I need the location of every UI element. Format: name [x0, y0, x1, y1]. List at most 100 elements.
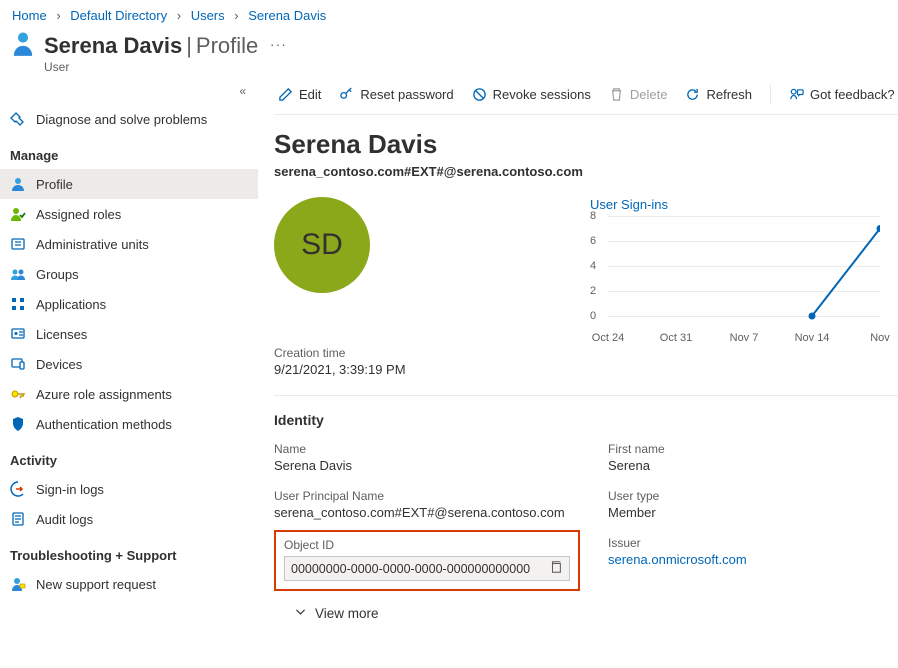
- sidebar-item-profile[interactable]: Profile: [0, 169, 258, 199]
- toolbar-label: Revoke sessions: [493, 87, 591, 102]
- chart-title-link[interactable]: User Sign-ins: [590, 197, 898, 212]
- key-icon: [10, 386, 26, 402]
- first-name-label: First name: [608, 442, 898, 456]
- issuer-label: Issuer: [608, 536, 898, 550]
- person-check-icon: [10, 206, 26, 222]
- sidebar-item-licenses[interactable]: Licenses: [0, 319, 258, 349]
- devices-icon: [10, 356, 26, 372]
- sidebar-item-label: Audit logs: [36, 512, 93, 527]
- sidebar-item-label: Azure role assignments: [36, 387, 172, 402]
- support-icon: [10, 576, 26, 592]
- toolbar-label: Edit: [299, 87, 321, 102]
- chevron-down-icon: [294, 605, 307, 621]
- collapse-sidebar-button[interactable]: «: [0, 80, 258, 104]
- toolbar-separator: [770, 84, 771, 104]
- command-bar: Edit Reset password Revoke sessions Dele…: [274, 74, 898, 115]
- object-id-input[interactable]: [291, 562, 549, 576]
- edit-button[interactable]: Edit: [278, 87, 321, 102]
- toolbar-label: Delete: [630, 87, 668, 102]
- sidebar-item-new-support[interactable]: New support request: [0, 569, 258, 599]
- breadcrumb-home[interactable]: Home: [12, 8, 47, 23]
- sidebar-heading-manage: Manage: [0, 134, 258, 169]
- object-id-highlight: Object ID: [274, 530, 580, 591]
- copy-icon[interactable]: [549, 560, 563, 577]
- apps-icon: [10, 296, 26, 312]
- chevron-right-icon: ›: [234, 8, 238, 23]
- revoke-sessions-button[interactable]: Revoke sessions: [472, 87, 591, 102]
- sidebar-item-auth-methods[interactable]: Authentication methods: [0, 409, 258, 439]
- breadcrumb: Home › Default Directory › Users › Seren…: [0, 0, 898, 27]
- first-name-value: Serena: [608, 458, 898, 473]
- breadcrumb-users[interactable]: Users: [191, 8, 225, 23]
- name-value: Serena Davis: [274, 458, 584, 473]
- sidebar-item-label: Applications: [36, 297, 106, 312]
- sidebar-item-devices[interactable]: Devices: [0, 349, 258, 379]
- upn-label: User Principal Name: [274, 489, 584, 503]
- sidebar-item-label: Licenses: [36, 327, 87, 342]
- upn-value: serena_contoso.com#EXT#@serena.contoso.c…: [274, 505, 584, 520]
- creation-time-label: Creation time: [274, 346, 898, 360]
- avatar: SD: [274, 197, 370, 293]
- main-content: Edit Reset password Revoke sessions Dele…: [258, 74, 898, 621]
- feedback-icon: [789, 87, 804, 102]
- feedback-button[interactable]: Got feedback?: [789, 87, 895, 102]
- reset-password-button[interactable]: Reset password: [339, 87, 453, 102]
- page-title-section: Profile: [196, 33, 258, 58]
- revoke-icon: [472, 87, 487, 102]
- sidebar-item-label: Diagnose and solve problems: [36, 112, 207, 127]
- sidebar-heading-troubleshoot: Troubleshooting + Support: [0, 534, 258, 569]
- sidebar-item-label: Devices: [36, 357, 82, 372]
- edit-icon: [278, 87, 293, 102]
- diagnose-icon: [10, 111, 26, 127]
- shield-icon: [10, 416, 26, 432]
- page-title-name: Serena Davis: [44, 33, 182, 58]
- user-icon: [12, 31, 34, 60]
- user-type-value: Member: [608, 505, 898, 520]
- sidebar-item-diagnose[interactable]: Diagnose and solve problems: [0, 104, 258, 134]
- delete-button: Delete: [609, 87, 668, 102]
- groups-icon: [10, 266, 26, 282]
- identity-section-title: Identity: [274, 412, 898, 428]
- breadcrumb-current[interactable]: Serena Davis: [248, 8, 326, 23]
- sidebar-item-audit-logs[interactable]: Audit logs: [0, 504, 258, 534]
- divider: [274, 395, 898, 396]
- profile-upn: serena_contoso.com#EXT#@serena.contoso.c…: [274, 164, 898, 197]
- view-more-label: View more: [315, 606, 379, 621]
- object-id-label: Object ID: [284, 538, 570, 552]
- breadcrumb-directory[interactable]: Default Directory: [70, 8, 167, 23]
- audit-icon: [10, 511, 26, 527]
- user-type-label: User: [0, 60, 898, 74]
- view-more-button[interactable]: View more: [294, 605, 379, 621]
- chevron-right-icon: ›: [56, 8, 60, 23]
- sidebar-item-label: Administrative units: [36, 237, 149, 252]
- sidebar-item-assigned-roles[interactable]: Assigned roles: [0, 199, 258, 229]
- sidebar-item-label: Assigned roles: [36, 207, 121, 222]
- profile-display-name: Serena Davis: [274, 115, 898, 164]
- sidebar-item-signin-logs[interactable]: Sign-in logs: [0, 474, 258, 504]
- more-actions-button[interactable]: ···: [270, 36, 287, 52]
- refresh-icon: [685, 87, 700, 102]
- sidebar-item-label: Groups: [36, 267, 79, 282]
- sidebar-item-groups[interactable]: Groups: [0, 259, 258, 289]
- issuer-link[interactable]: serena.onmicrosoft.com: [608, 552, 747, 567]
- user-type-label: User type: [608, 489, 898, 503]
- sidebar-item-label: Sign-in logs: [36, 482, 104, 497]
- toolbar-label: Refresh: [706, 87, 752, 102]
- chevron-right-icon: ›: [177, 8, 181, 23]
- toolbar-label: Got feedback?: [810, 87, 895, 102]
- name-label: Name: [274, 442, 584, 456]
- licenses-icon: [10, 326, 26, 342]
- sidebar-item-label: Profile: [36, 177, 73, 192]
- signins-chart: User Sign-ins 02468Oct 24Oct 31Nov 7Nov …: [590, 197, 898, 326]
- person-icon: [10, 176, 26, 192]
- sidebar-item-azure-roles[interactable]: Azure role assignments: [0, 379, 258, 409]
- admin-units-icon: [10, 236, 26, 252]
- sidebar-heading-activity: Activity: [0, 439, 258, 474]
- sidebar-item-label: Authentication methods: [36, 417, 172, 432]
- sidebar-item-admin-units[interactable]: Administrative units: [0, 229, 258, 259]
- sidebar: « Diagnose and solve problems Manage Pro…: [0, 74, 258, 621]
- creation-time-value: 9/21/2021, 3:39:19 PM: [274, 362, 898, 377]
- refresh-button[interactable]: Refresh: [685, 87, 752, 102]
- trash-icon: [609, 87, 624, 102]
- sidebar-item-applications[interactable]: Applications: [0, 289, 258, 319]
